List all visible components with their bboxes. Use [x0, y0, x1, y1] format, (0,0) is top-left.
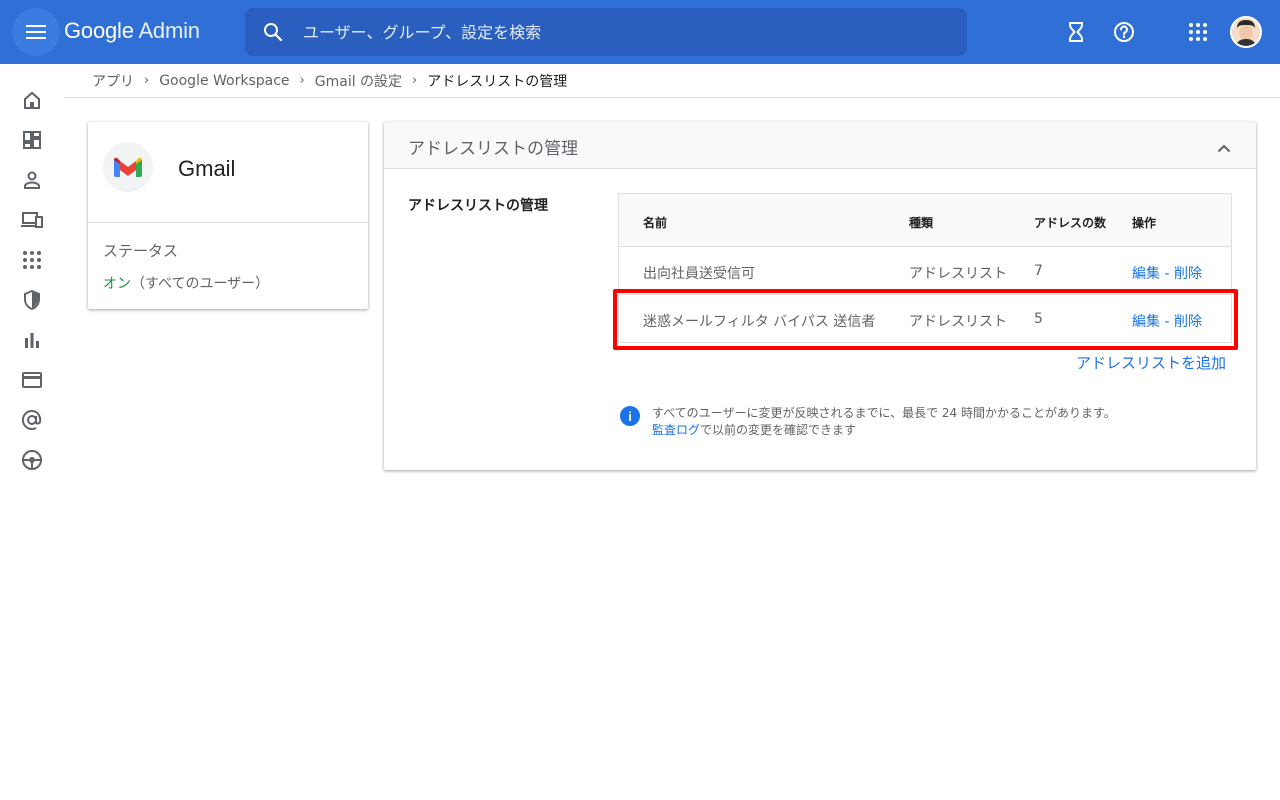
add-address-list-link[interactable]: アドレスリストを追加 — [1076, 352, 1226, 373]
google-admin-logo[interactable]: Google Admin — [64, 18, 200, 44]
nav-apps[interactable] — [20, 248, 44, 272]
column-header-type: 種類 — [909, 216, 934, 230]
nav-reports[interactable] — [20, 328, 44, 352]
tasks-button[interactable] — [1060, 16, 1092, 48]
logo-google-text: Google — [64, 18, 134, 43]
delete-link[interactable]: 削除 — [1174, 266, 1202, 282]
app-summary-card: Gmail ステータス オン（すべてのユーザー） — [88, 122, 368, 309]
avatar-icon — [1232, 18, 1260, 46]
user-icon — [24, 171, 40, 189]
hourglass-icon — [1069, 22, 1083, 42]
devices-icon — [21, 212, 43, 228]
search-bar[interactable] — [245, 8, 967, 56]
chevron-right-icon: › — [299, 73, 305, 88]
action-separator: - — [1160, 314, 1174, 330]
nav-dashboard[interactable] — [20, 128, 44, 152]
address-lists-panel: アドレスリストの管理 アドレスリストの管理 名前 種類 アドレスの数 操作 出向… — [384, 122, 1256, 470]
search-input[interactable] — [303, 8, 943, 56]
info-text-audit: 監査ログで以前の変更を確認できます — [652, 421, 856, 438]
security-shield-icon — [24, 290, 40, 310]
nav-devices[interactable] — [20, 208, 44, 232]
top-app-bar: Google Admin — [0, 0, 1280, 64]
audit-log-link[interactable]: 監査ログ — [652, 423, 700, 437]
row-actions: 編集 - 削除 — [1132, 263, 1202, 283]
section-label: アドレスリストの管理 — [408, 198, 548, 214]
table-row: 迷惑メールフィルタ バイパス 送信者 アドレスリスト 5 編集 - 削除 — [619, 295, 1231, 343]
apps-grid-icon — [1189, 23, 1207, 41]
breadcrumb-current: アドレスリストの管理 — [427, 73, 568, 90]
edit-link[interactable]: 編集 — [1132, 266, 1160, 282]
row-type: アドレスリスト — [909, 266, 1007, 282]
column-header-name: 名前 — [643, 216, 668, 230]
billing-icon — [22, 372, 42, 388]
main-menu-button[interactable] — [12, 8, 60, 56]
navigation-rail — [0, 64, 64, 800]
info-text: すべてのユーザーに変更が反映されるまでに、最長で 24 時間かかることがあります… — [652, 406, 1116, 420]
apps-launcher-button[interactable] — [1182, 16, 1214, 48]
status-value[interactable]: オン（すべてのユーザー） — [103, 273, 269, 293]
breadcrumb-apps[interactable]: アプリ — [92, 71, 134, 91]
help-button[interactable] — [1108, 16, 1140, 48]
gmail-logo — [103, 142, 153, 192]
reports-icon — [25, 333, 39, 348]
action-separator: - — [1160, 266, 1174, 282]
edit-link[interactable]: 編集 — [1132, 314, 1160, 330]
breadcrumb-gmail-settings[interactable]: Gmail の設定 — [315, 71, 402, 91]
app-name: Gmail — [178, 156, 236, 181]
chevron-right-icon: › — [144, 73, 150, 88]
account-icon — [22, 450, 42, 470]
breadcrumb: アプリ › Google Workspace › Gmail の設定 › アドレ… — [64, 64, 1280, 98]
row-actions: 編集 - 削除 — [1132, 311, 1202, 331]
row-count: 5 — [1034, 311, 1043, 327]
menu-icon — [26, 25, 46, 39]
search-icon[interactable] — [261, 20, 285, 44]
nav-billing[interactable] — [20, 368, 44, 392]
home-icon — [24, 91, 40, 109]
domains-at-icon — [21, 409, 42, 430]
column-header-count: アドレスの数 — [1034, 216, 1107, 230]
chevron-right-icon: › — [412, 73, 418, 88]
logo-admin-text: Admin — [138, 18, 200, 43]
apps-icon — [23, 251, 41, 269]
panel-header[interactable]: アドレスリストの管理 — [384, 122, 1256, 169]
nav-domains[interactable] — [20, 408, 44, 432]
account-avatar[interactable] — [1230, 16, 1262, 48]
chevron-up-icon — [1217, 144, 1231, 152]
row-name: 出向社員送受信可 — [643, 266, 755, 282]
nav-account[interactable] — [20, 448, 44, 472]
table-row: 出向社員送受信可 アドレスリスト 7 編集 - 削除 — [619, 247, 1231, 295]
nav-home[interactable] — [20, 88, 44, 112]
delete-link[interactable]: 削除 — [1174, 314, 1202, 330]
status-label: ステータス — [103, 242, 179, 260]
panel-title: アドレスリストの管理 — [408, 139, 578, 159]
gmail-icon — [113, 157, 143, 177]
status-scope-text: （すべてのユーザー） — [131, 276, 270, 292]
breadcrumb-google-workspace[interactable]: Google Workspace — [159, 73, 289, 89]
divider — [88, 222, 368, 223]
row-type: アドレスリスト — [909, 314, 1007, 330]
status-on-text: オン — [103, 276, 131, 292]
info-text-rest: で以前の変更を確認できます — [700, 423, 857, 437]
row-count: 7 — [1034, 263, 1043, 279]
address-list-table: 名前 種類 アドレスの数 操作 出向社員送受信可 アドレスリスト 7 編集 - … — [618, 193, 1232, 343]
row-name: 迷惑メールフィルタ バイパス 送信者 — [643, 314, 876, 330]
nav-users[interactable] — [20, 168, 44, 192]
nav-security[interactable] — [20, 288, 44, 312]
dashboard-icon — [23, 131, 41, 149]
column-header-actions: 操作 — [1132, 216, 1157, 230]
info-icon: i — [620, 406, 640, 426]
collapse-button[interactable] — [1212, 136, 1236, 160]
help-icon — [1114, 22, 1134, 42]
table-header: 名前 種類 アドレスの数 操作 — [619, 194, 1231, 247]
